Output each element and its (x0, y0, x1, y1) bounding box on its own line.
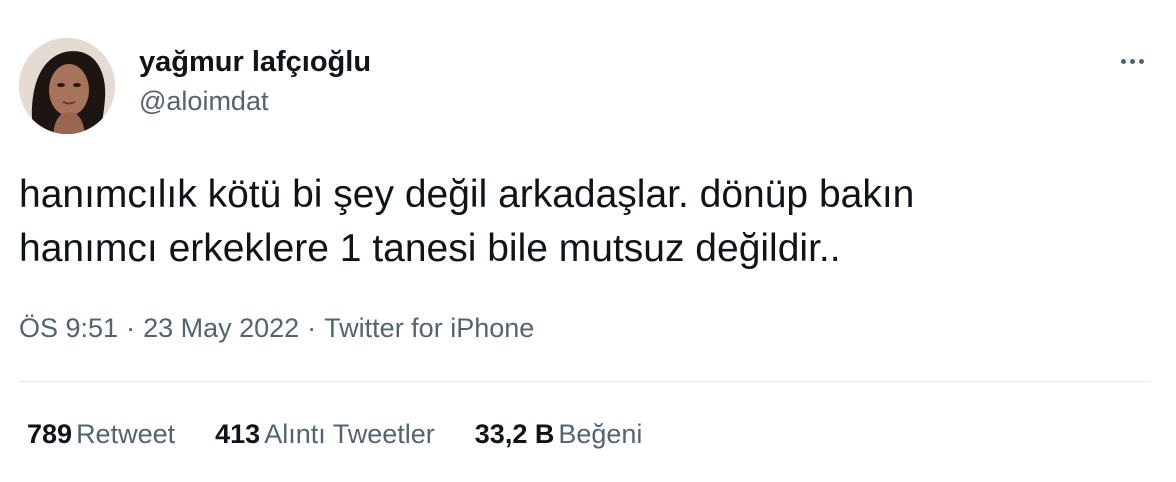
tweet-time[interactable]: ÖS 9:51 (19, 313, 118, 343)
tweet-text-line: hanımcılık kötü bi şey değil arkadaşlar.… (19, 173, 915, 216)
more-horizontal-icon-dot (1129, 58, 1135, 64)
more-horizontal-icon-dot (1138, 58, 1144, 64)
quotes-stat[interactable]: 413 Alıntı Tweetler (215, 416, 435, 452)
likes-count: 33,2 B (474, 419, 555, 449)
tweet-stats: 789 Retweet 413 Alıntı Tweetler 33,2 B Beğe… (27, 416, 682, 452)
quotes-count: 413 (215, 419, 261, 449)
display-name[interactable]: yağmur lafçıoğlu (139, 44, 371, 80)
retweets-stat[interactable]: 789 Retweet (27, 416, 175, 452)
tweet-card: yağmur lafçıoğlu @aloimdat hanımcılık kö… (0, 0, 1176, 482)
likes-stat[interactable]: 33,2 B Beğeni (475, 416, 643, 452)
retweets-label: Retweet (76, 419, 176, 449)
meta-separator: · (126, 313, 136, 343)
avatar[interactable] (19, 38, 115, 134)
user-info: yağmur lafçıoğlu @aloimdat (139, 44, 371, 118)
likes-label: Beğeni (558, 419, 643, 449)
tweet-metadata: ÖS 9:51 · 23 May 2022 · Twitter for iPhone (19, 310, 534, 346)
quotes-label: Alıntı Tweetler (264, 419, 435, 449)
more-horizontal-icon (1120, 58, 1126, 64)
tweet-text-line: hanımcı erkeklere 1 tanesi bile mutsuz d… (19, 227, 841, 270)
tweet-text: hanımcılık kötü bi şey değil arkadaşlar.… (19, 168, 1139, 276)
tweet-source[interactable]: Twitter for iPhone (324, 313, 534, 343)
divider (19, 381, 1150, 382)
meta-separator: · (307, 313, 317, 343)
tweet-date[interactable]: 23 May 2022 (143, 313, 299, 343)
more-options-button[interactable] (1114, 48, 1150, 74)
user-handle[interactable]: @aloimdat (139, 84, 371, 118)
retweets-count: 789 (27, 419, 73, 449)
profile-photo-icon (19, 38, 115, 134)
